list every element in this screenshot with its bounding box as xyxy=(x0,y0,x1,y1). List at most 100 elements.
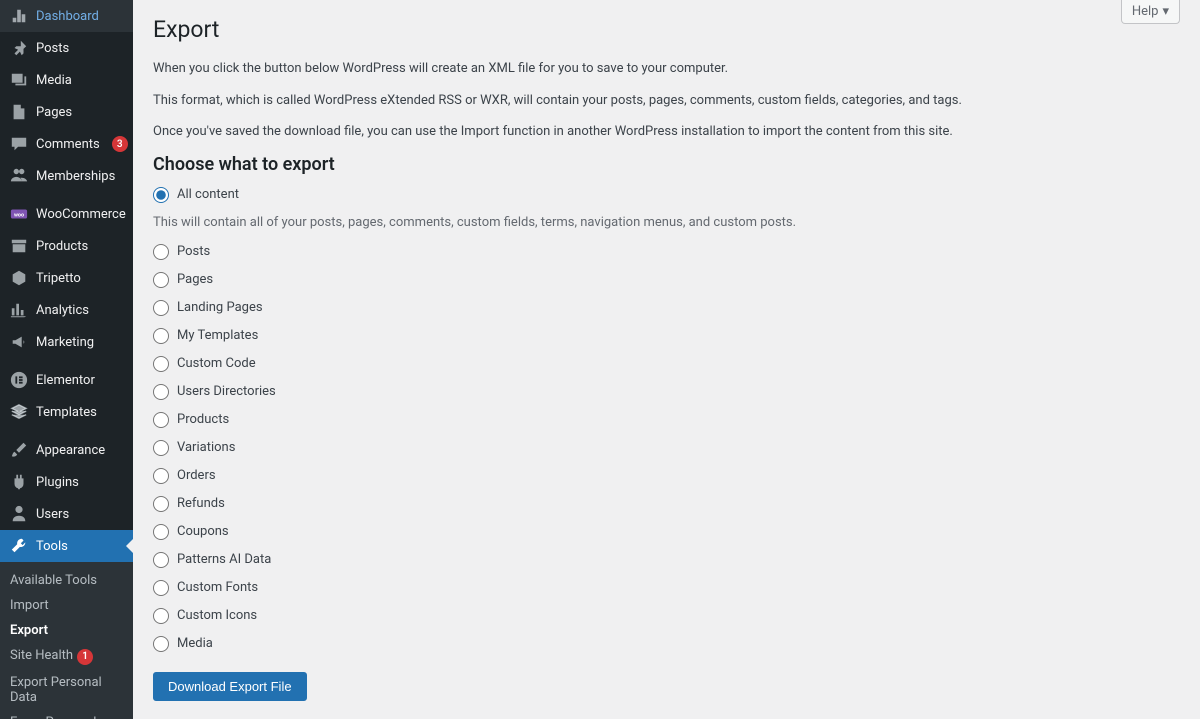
count-badge: 1 xyxy=(77,649,93,665)
sidebar-item-users[interactable]: Users xyxy=(0,498,133,530)
submenu-item-label: Export Personal Data xyxy=(10,675,102,705)
sidebar-item-label: Products xyxy=(36,239,88,254)
export-option[interactable]: Coupons xyxy=(153,524,1180,540)
sidebar-item-products[interactable]: Products xyxy=(0,230,133,262)
export-option[interactable]: Refunds xyxy=(153,496,1180,512)
export-option-radio[interactable] xyxy=(153,244,169,260)
submenu-item[interactable]: Export xyxy=(0,618,133,643)
sidebar-item-plugins[interactable]: Plugins xyxy=(0,466,133,498)
export-option-label: Pages xyxy=(177,272,213,287)
user-icon xyxy=(10,505,28,523)
sidebar-item-label: WooCommerce xyxy=(36,207,126,222)
sidebar-item-label: Pages xyxy=(36,105,72,120)
export-option[interactable]: Custom Icons xyxy=(153,608,1180,624)
sidebar-item-woocommerce[interactable]: WooCommerce xyxy=(0,198,133,230)
submenu-item-label: Erase Personal Data xyxy=(10,715,96,719)
sidebar-item-memberships[interactable]: Memberships xyxy=(0,160,133,192)
sidebar-item-label: Dashboard xyxy=(36,9,99,24)
plug-icon xyxy=(10,473,28,491)
sidebar-item-dashboard[interactable]: Dashboard xyxy=(0,0,133,32)
export-option[interactable]: All content xyxy=(153,187,1180,203)
export-option[interactable]: Products xyxy=(153,412,1180,428)
export-option[interactable]: Patterns AI Data xyxy=(153,552,1180,568)
sidebar-item-tools[interactable]: Tools xyxy=(0,530,133,562)
sidebar-item-elementor[interactable]: Elementor xyxy=(0,364,133,396)
tools-submenu: Available Tools Import Export Site Health 1 E… xyxy=(0,562,133,719)
sidebar-item-comments[interactable]: Comments3 xyxy=(0,128,133,160)
export-option-label: My Templates xyxy=(177,328,258,343)
submenu-item[interactable]: Site Health 1 xyxy=(0,643,133,670)
export-option-radio[interactable] xyxy=(153,636,169,652)
export-option[interactable]: Custom Code xyxy=(153,356,1180,372)
sidebar-item-templates[interactable]: Templates xyxy=(0,396,133,428)
submenu-item-label: Available Tools xyxy=(10,573,97,588)
export-option-radio[interactable] xyxy=(153,300,169,316)
layers-icon xyxy=(10,403,28,421)
count-badge: 3 xyxy=(112,136,128,152)
tripetto-icon xyxy=(10,269,28,287)
wrench-icon xyxy=(10,537,28,555)
export-option-radio[interactable] xyxy=(153,552,169,568)
export-option-label: Users Directories xyxy=(177,384,276,399)
export-option-radio[interactable] xyxy=(153,440,169,456)
export-option-label: Coupons xyxy=(177,524,229,539)
export-option[interactable]: Posts xyxy=(153,244,1180,260)
export-option-label: Products xyxy=(177,412,229,427)
submenu-item-label: Site Health xyxy=(10,648,73,663)
export-option-radio[interactable] xyxy=(153,580,169,596)
help-tab[interactable]: Help ▾ xyxy=(1121,0,1180,24)
sidebar-item-label: Tripetto xyxy=(36,271,81,286)
submenu-item[interactable]: Erase Personal Data xyxy=(0,710,133,719)
export-option-radio[interactable] xyxy=(153,187,169,203)
export-option-radio[interactable] xyxy=(153,356,169,372)
export-option[interactable]: Variations xyxy=(153,440,1180,456)
dashboard-icon xyxy=(10,7,28,25)
submenu-item-label: Export xyxy=(10,623,48,638)
users-icon xyxy=(10,167,28,185)
export-option[interactable]: Landing Pages xyxy=(153,300,1180,316)
export-option[interactable]: Orders xyxy=(153,468,1180,484)
export-option-radio[interactable] xyxy=(153,412,169,428)
export-option-radio[interactable] xyxy=(153,468,169,484)
export-option-radio[interactable] xyxy=(153,384,169,400)
brush-icon xyxy=(10,441,28,459)
sidebar-item-pages[interactable]: Pages xyxy=(0,96,133,128)
caret-down-icon: ▾ xyxy=(1162,4,1169,19)
sidebar-item-label: Posts xyxy=(36,41,69,56)
submenu-item[interactable]: Available Tools xyxy=(0,568,133,593)
export-option-radio[interactable] xyxy=(153,608,169,624)
export-option-label: Orders xyxy=(177,468,216,483)
page-title: Export xyxy=(153,16,1180,43)
export-option-label: Refunds xyxy=(177,496,225,511)
sidebar-item-media[interactable]: Media xyxy=(0,64,133,96)
export-option[interactable]: Users Directories xyxy=(153,384,1180,400)
export-option-label: Patterns AI Data xyxy=(177,552,271,567)
export-option-label: Landing Pages xyxy=(177,300,263,315)
sidebar-item-marketing[interactable]: Marketing xyxy=(0,326,133,358)
section-heading: Choose what to export xyxy=(153,154,1180,175)
sidebar-item-label: Appearance xyxy=(36,443,105,458)
export-option-radio[interactable] xyxy=(153,496,169,512)
sidebar-item-tripetto[interactable]: Tripetto xyxy=(0,262,133,294)
sidebar-item-label: Tools xyxy=(36,539,68,554)
export-option-radio[interactable] xyxy=(153,272,169,288)
sidebar-item-label: Templates xyxy=(36,405,97,420)
export-option[interactable]: Media xyxy=(153,636,1180,652)
main-content: Help ▾ Export When you click the button … xyxy=(133,0,1200,719)
export-option-radio[interactable] xyxy=(153,524,169,540)
intro-line: Once you've saved the download file, you… xyxy=(153,122,1180,142)
sidebar-item-label: Users xyxy=(36,507,69,522)
sidebar-item-analytics[interactable]: Analytics xyxy=(0,294,133,326)
export-option[interactable]: Pages xyxy=(153,272,1180,288)
export-option-radio[interactable] xyxy=(153,328,169,344)
export-option-label: Posts xyxy=(177,244,210,259)
export-option[interactable]: Custom Fonts xyxy=(153,580,1180,596)
submenu-item[interactable]: Export Personal Data xyxy=(0,670,133,710)
sidebar-item-appearance[interactable]: Appearance xyxy=(0,434,133,466)
download-export-button[interactable]: Download Export File xyxy=(153,672,307,701)
submenu-item[interactable]: Import xyxy=(0,593,133,618)
export-option[interactable]: My Templates xyxy=(153,328,1180,344)
sidebar-item-posts[interactable]: Posts xyxy=(0,32,133,64)
intro-line: This format, which is called WordPress e… xyxy=(153,91,1180,111)
comment-icon xyxy=(10,135,28,153)
